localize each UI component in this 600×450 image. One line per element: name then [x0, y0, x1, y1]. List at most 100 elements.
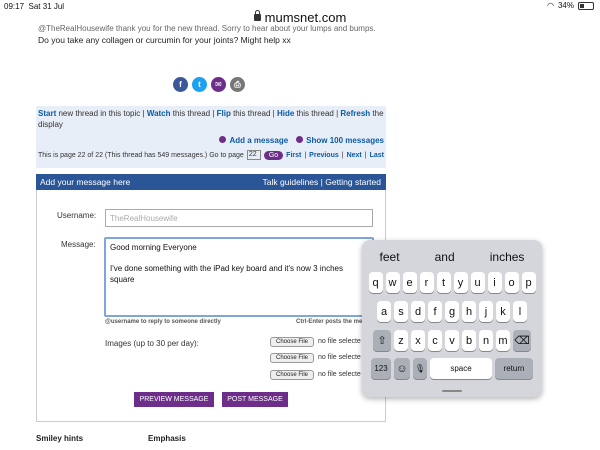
key-e[interactable]: e [402, 272, 417, 293]
form-header: Add your message here Talk guidelines | … [36, 174, 386, 190]
key-row-4: 123 ☺ 🎙 space return [366, 358, 538, 379]
battery-percent: 34% [557, 1, 574, 10]
key-n[interactable]: n [479, 330, 493, 351]
preview-message-button[interactable]: PREVIEW MESSAGE [134, 392, 214, 407]
key-b[interactable]: b [462, 330, 476, 351]
message-actions: Add a message Show 100 messages [219, 136, 384, 145]
key-d[interactable]: d [411, 301, 425, 322]
thread-actions: Start new thread in this topic | Watch t… [38, 109, 384, 129]
key-row-3: ⇧ zxcvbnm ⌫ [366, 330, 538, 351]
space-key[interactable]: space [430, 358, 492, 379]
mic-key[interactable]: 🎙 [413, 358, 427, 379]
file-status-1: no file selecte [318, 338, 361, 345]
return-key[interactable]: return [495, 358, 533, 379]
key-v[interactable]: v [445, 330, 459, 351]
key-o[interactable]: o [504, 272, 519, 293]
last-page-link[interactable]: Last [370, 152, 384, 159]
key-f[interactable]: f [428, 301, 442, 322]
choose-file-button-1[interactable]: Choose File [270, 337, 314, 347]
key-m[interactable]: m [496, 330, 510, 351]
key-i[interactable]: i [487, 272, 502, 293]
choose-file-button-2[interactable]: Choose File [270, 353, 314, 363]
pagination: This is page 22 of 22 (This thread has 5… [38, 150, 384, 160]
key-z[interactable]: z [394, 330, 408, 351]
key-row-2: asdfghjkl [366, 301, 538, 322]
wifi-icon: ◠ [547, 1, 554, 10]
file-status-2: no file selecte [318, 354, 361, 361]
twitter-icon[interactable]: t [192, 77, 207, 92]
hint-ctrl-enter: Ctrl-Enter posts the mess [296, 319, 370, 325]
keyboard-drag-handle[interactable] [442, 390, 462, 392]
emoji-key[interactable]: ☺ [394, 358, 410, 379]
key-r[interactable]: r [419, 272, 434, 293]
key-x[interactable]: x [411, 330, 425, 351]
post-cut-text: @TheRealHousewife thank you for the new … [38, 24, 376, 33]
form-title: Add your message here [40, 177, 131, 187]
post-message-button[interactable]: POST MESSAGE [222, 392, 288, 407]
show-100-link[interactable]: Show 100 messages [296, 136, 384, 145]
page-info: This is page 22 of 22 (This thread has 5… [38, 152, 208, 159]
key-row-1: qwertyuiop [366, 272, 538, 293]
first-page-link[interactable]: First [286, 152, 301, 159]
page-input[interactable]: 22 [246, 150, 261, 160]
key-u[interactable]: u [470, 272, 485, 293]
key-c[interactable]: c [428, 330, 442, 351]
key-h[interactable]: h [462, 301, 476, 322]
post-text: Do you take any collagen or curcumin for… [38, 35, 291, 45]
flip-thread-link[interactable]: Flip [217, 109, 231, 118]
status-right: ◠ 34% [547, 1, 594, 10]
getting-started-link[interactable]: Getting started [325, 177, 381, 187]
share-bar: f t ✉ ⎙ [173, 77, 245, 92]
backspace-key[interactable]: ⌫ [513, 330, 531, 351]
suggestion-2[interactable]: and [435, 250, 455, 264]
shift-key[interactable]: ⇧ [373, 330, 391, 351]
suggestion-1[interactable]: feet [380, 250, 400, 264]
print-icon[interactable]: ⎙ [230, 77, 245, 92]
facebook-icon[interactable]: f [173, 77, 188, 92]
numbers-key[interactable]: 123 [371, 358, 391, 379]
watch-thread-link[interactable]: Watch [147, 109, 171, 118]
emphasis-heading: Emphasis [148, 434, 186, 443]
goto-label: Go to page [209, 151, 244, 159]
refresh-link[interactable]: Refresh [340, 109, 370, 118]
suggestion-3[interactable]: inches [490, 250, 525, 264]
key-p[interactable]: p [521, 272, 536, 293]
suggestion-bar: feet and inches [362, 250, 542, 264]
key-w[interactable]: w [385, 272, 400, 293]
message-line-2: I've done something with the iPad key bo… [110, 264, 343, 284]
show-100-icon [296, 136, 304, 143]
key-a[interactable]: a [377, 301, 391, 322]
email-icon[interactable]: ✉ [211, 77, 226, 92]
key-j[interactable]: j [479, 301, 493, 322]
floating-keyboard: feet and inches qwertyuiop asdfghjkl ⇧ z… [362, 240, 542, 397]
key-y[interactable]: y [453, 272, 468, 293]
go-button[interactable]: Go [263, 150, 284, 160]
key-t[interactable]: t [436, 272, 451, 293]
guidelines-link[interactable]: Talk guidelines [263, 177, 319, 187]
key-l[interactable]: l [513, 301, 527, 322]
images-label: Images (up to 30 per day): [105, 339, 199, 348]
username-label: Username: [57, 211, 97, 220]
add-message-icon [219, 136, 227, 143]
choose-file-button-3[interactable]: Choose File [270, 370, 314, 380]
thread-tools: Start new thread in this topic | Watch t… [36, 106, 386, 168]
start-thread-link[interactable]: Start [38, 109, 56, 118]
message-line-1: Good morning Everyone [110, 243, 197, 252]
key-q[interactable]: q [368, 272, 383, 293]
url-domain: mumsnet.com [264, 10, 347, 25]
hide-thread-link[interactable]: Hide [277, 109, 294, 118]
message-label: Message: [61, 240, 96, 249]
key-g[interactable]: g [445, 301, 459, 322]
key-k[interactable]: k [496, 301, 510, 322]
hint-username: @username to reply to someone directly [105, 319, 221, 325]
message-textarea[interactable]: Good morning Everyone I've done somethin… [104, 237, 374, 317]
username-input[interactable]: TheRealHousewife [105, 209, 373, 227]
next-page-link[interactable]: Next [347, 152, 362, 159]
smiley-hints-heading: Smiley hints [36, 434, 84, 443]
previous-page-link[interactable]: Previous [309, 152, 339, 159]
file-status-3: no file selecte [318, 371, 361, 378]
key-s[interactable]: s [394, 301, 408, 322]
battery-icon [578, 1, 594, 10]
add-message-link[interactable]: Add a message [219, 136, 288, 145]
lock-icon [253, 10, 261, 21]
